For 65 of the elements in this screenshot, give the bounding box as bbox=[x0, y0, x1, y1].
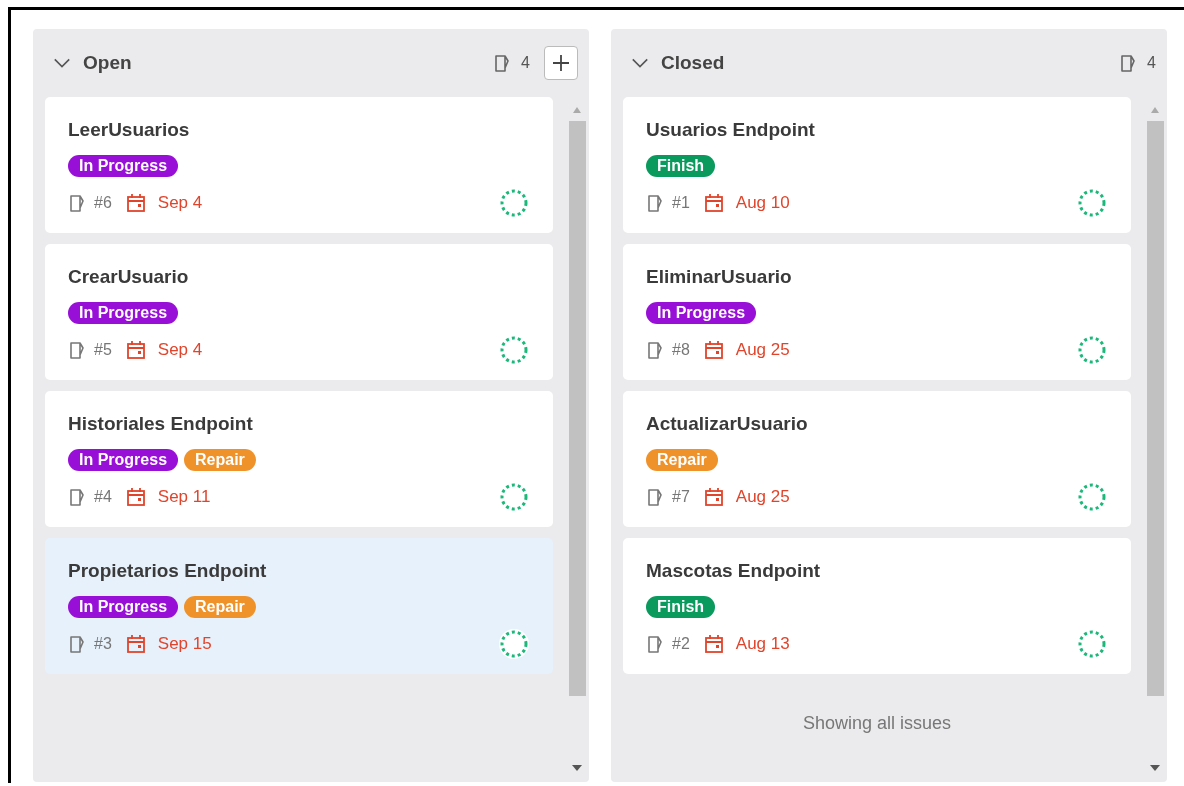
calendar-icon bbox=[125, 340, 146, 360]
avatar-icon bbox=[1076, 481, 1108, 513]
calendar-icon bbox=[125, 487, 146, 507]
issue-number: #5 bbox=[94, 341, 112, 359]
issue-card[interactable]: Historiales Endpoint In Progress Repair #4 Sep 11 bbox=[45, 391, 553, 527]
issue-count: 4 bbox=[1147, 54, 1156, 72]
status-message: Showing all issues bbox=[801, 712, 953, 734]
status-label: Repair bbox=[184, 596, 256, 618]
issue-title: LeerUsuarios bbox=[68, 119, 191, 141]
issue-card[interactable]: LeerUsuarios In Progress #6 Sep 4 bbox=[45, 97, 553, 233]
status-label: Repair bbox=[646, 449, 718, 471]
avatar-icon bbox=[1076, 334, 1108, 366]
status-label: In Progress bbox=[646, 302, 757, 324]
avatar-icon bbox=[498, 481, 530, 513]
issue-title: Propietarios Endpoint bbox=[68, 560, 268, 582]
status-label: In Progress bbox=[68, 449, 179, 471]
issue-title: CrearUsuario bbox=[68, 266, 190, 288]
status-label: Finish bbox=[646, 596, 716, 618]
column-title: Closed bbox=[661, 52, 725, 74]
issue-card[interactable]: Mascotas Endpoint Finish #2 Aug 13 bbox=[623, 538, 1131, 674]
avatar-icon bbox=[498, 334, 530, 366]
issue-number: #7 bbox=[672, 488, 690, 506]
issue-title: EliminarUsuario bbox=[646, 266, 793, 288]
due-date: Sep 15 bbox=[157, 634, 212, 654]
issue-number: #3 bbox=[94, 635, 112, 653]
issue-count: 4 bbox=[521, 54, 530, 72]
issue-card[interactable]: Propietarios Endpoint In Progress Repair #3 Sep 15 bbox=[45, 538, 553, 674]
issue-number: #6 bbox=[94, 194, 112, 212]
issue-number: #8 bbox=[672, 341, 690, 359]
issue-card[interactable]: Usuarios Endpoint Finish #1 Aug 10 bbox=[623, 97, 1131, 233]
issue-card[interactable]: EliminarUsuario In Progress #8 Aug 25 bbox=[623, 244, 1131, 380]
issue-title: ActualizarUsuario bbox=[646, 413, 809, 435]
status-label: Repair bbox=[184, 449, 256, 471]
due-date: Aug 13 bbox=[735, 634, 790, 654]
avatar-icon bbox=[498, 187, 530, 219]
due-date: Aug 25 bbox=[735, 487, 790, 507]
due-date: Sep 11 bbox=[157, 487, 211, 507]
calendar-icon bbox=[703, 193, 724, 213]
issue-card[interactable]: CrearUsuario In Progress #5 Sep 4 bbox=[45, 244, 553, 380]
avatar-icon bbox=[498, 628, 530, 660]
status-label: In Progress bbox=[68, 155, 179, 177]
calendar-icon bbox=[703, 340, 724, 360]
status-label: In Progress bbox=[68, 596, 179, 618]
issue-title: Historiales Endpoint bbox=[68, 413, 254, 435]
calendar-icon bbox=[703, 634, 724, 654]
issue-title: Usuarios Endpoint bbox=[646, 119, 816, 141]
add-button[interactable] bbox=[544, 46, 578, 80]
status-label: Finish bbox=[646, 155, 716, 177]
status-label: In Progress bbox=[68, 302, 179, 324]
due-date: Sep 4 bbox=[157, 193, 203, 213]
issue-number: #1 bbox=[672, 194, 690, 212]
avatar-icon bbox=[1076, 628, 1108, 660]
issue-number: #2 bbox=[672, 635, 690, 653]
column-title: Open bbox=[83, 52, 132, 74]
avatar-icon bbox=[1076, 187, 1108, 219]
issue-card[interactable]: ActualizarUsuario Repair #7 Aug 25 bbox=[623, 391, 1131, 527]
calendar-icon bbox=[125, 634, 146, 654]
issue-title: Mascotas Endpoint bbox=[646, 560, 822, 582]
due-date: Aug 10 bbox=[735, 193, 790, 213]
due-date: Sep 4 bbox=[157, 340, 203, 360]
calendar-icon bbox=[703, 487, 724, 507]
issue-number: #4 bbox=[94, 488, 112, 506]
due-date: Aug 25 bbox=[735, 340, 790, 360]
calendar-icon bbox=[125, 193, 146, 213]
plus-icon bbox=[551, 53, 571, 73]
